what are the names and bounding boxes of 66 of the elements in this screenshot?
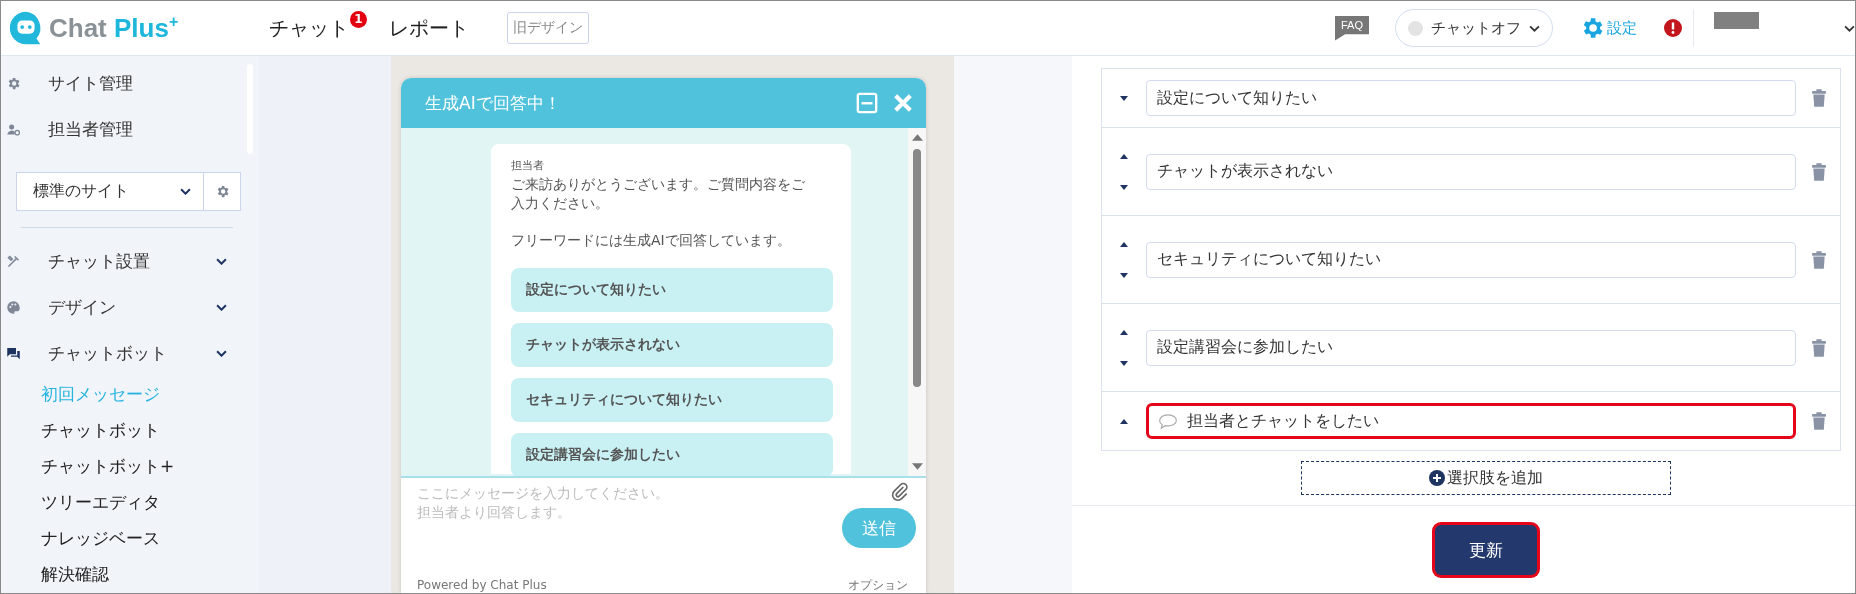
paperclip-icon[interactable] (890, 482, 910, 502)
scrollbar[interactable] (908, 128, 926, 476)
faq-button[interactable]: FAQ (1335, 15, 1369, 41)
message-text: ご来訪ありがとうございます。ご質問内容をご入力ください。 (511, 175, 806, 213)
choice-input[interactable]: 担当者とチャットをしたい (1146, 403, 1796, 439)
scroll-down-icon[interactable] (911, 463, 923, 470)
option-button[interactable]: チャットが表示されない (511, 323, 833, 367)
chat-bubbles-icon (6, 345, 21, 361)
trash-icon[interactable] (1812, 250, 1826, 269)
option-button[interactable]: セキュリティについて知りたい (511, 378, 833, 422)
plus-circle-icon (1429, 470, 1445, 486)
move-down-icon[interactable] (1120, 360, 1128, 366)
nav-link[interactable]: チャット (269, 14, 349, 42)
powered-by-text: Powered by Chat Plus (417, 578, 547, 592)
palette-icon (6, 299, 21, 315)
chevron-down-icon (216, 257, 227, 265)
alert-icon[interactable] (1663, 18, 1683, 38)
nav-link[interactable]: レポート (389, 14, 469, 42)
sidebar-subitem[interactable]: 解決確認 (1, 556, 259, 592)
gear-icon (6, 75, 21, 91)
chevron-down-icon[interactable] (1844, 24, 1855, 32)
scroll-up-icon[interactable] (911, 134, 923, 141)
old-design-button[interactable]: 旧デザイン (507, 12, 589, 44)
chevron-down-icon (216, 303, 227, 311)
trash-icon[interactable] (1812, 89, 1826, 107)
sidebar-menu-item[interactable]: デザイン (1, 284, 259, 330)
trash-icon[interactable] (1812, 338, 1826, 357)
choice-input[interactable]: チャットが表示されない (1146, 153, 1796, 190)
add-choice-button[interactable]: 選択肢を追加 (1301, 461, 1671, 495)
move-down-icon[interactable] (1120, 184, 1128, 190)
option-button[interactable]: 設定について知りたい (511, 268, 833, 312)
option-button[interactable]: 設定講習会に参加したい (511, 433, 833, 476)
update-button[interactable]: 更新 (1435, 525, 1537, 575)
move-down-icon[interactable] (1120, 95, 1128, 101)
trash-icon[interactable] (1812, 412, 1826, 430)
sidebar-menu-item[interactable]: チャットボット (1, 330, 259, 376)
sidebar-item[interactable]: 担当者管理 (1, 106, 259, 152)
trash-icon[interactable] (1812, 162, 1826, 181)
sender-name: 担当者 (511, 158, 545, 173)
move-up-icon[interactable] (1120, 241, 1128, 247)
chevron-down-icon (1529, 24, 1540, 32)
chevron-down-icon (180, 188, 191, 195)
move-up-icon[interactable] (1120, 418, 1128, 424)
logo-text: Chat Plus$^{+}$ (49, 12, 179, 44)
chat-title: 生成AIで回答中！ (425, 91, 562, 115)
sidebar-item[interactable]: サイト管理 (1, 60, 259, 106)
choice-input[interactable]: 設定について知りたい (1146, 80, 1796, 116)
chevron-down-icon (216, 349, 227, 357)
move-up-icon[interactable] (1120, 153, 1128, 159)
status-label: チャットオフ (1431, 18, 1521, 38)
speech-bubble-icon (1158, 413, 1178, 430)
sidebar-menu-item[interactable]: チャット設置 (1, 238, 259, 284)
notification-badge: 1 (350, 10, 367, 28)
sidebar-subitem[interactable]: ツリーエディタ (1, 484, 259, 520)
sidebar-subitem[interactable]: チャットボット (1, 412, 259, 448)
options-link[interactable]: オプション (848, 578, 908, 592)
choice-input[interactable]: セキュリティについて知りたい (1146, 241, 1796, 278)
sidebar-subitem[interactable]: ナレッジベース (1, 520, 259, 556)
tools-icon (6, 253, 21, 269)
message-text: フリーワードには生成AIで回答しています。 (511, 231, 792, 250)
chat-status-dropdown[interactable]: チャットオフ (1395, 9, 1553, 47)
move-up-icon[interactable] (1120, 329, 1128, 335)
choice-input[interactable]: 設定講習会に参加したい (1146, 329, 1796, 366)
redacted-user-name (1714, 11, 1759, 29)
sidebar-subitem[interactable]: チャットボット+ (1, 448, 259, 484)
move-down-icon[interactable] (1120, 272, 1128, 278)
